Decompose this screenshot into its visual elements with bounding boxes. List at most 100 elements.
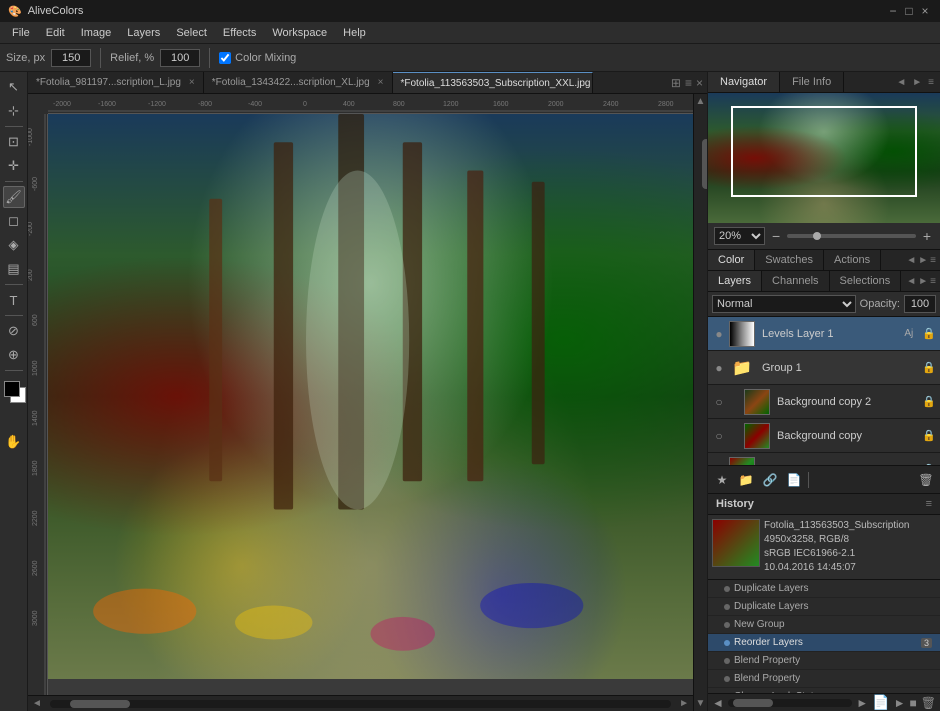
- menu-layers[interactable]: Layers: [119, 25, 168, 41]
- foreground-color[interactable]: [4, 381, 20, 397]
- layers-tool-folder[interactable]: 📁: [736, 470, 756, 490]
- layer-row-bgcopy[interactable]: ○ Background copy 🔒: [708, 419, 940, 453]
- tab-menu-icon[interactable]: ≡: [685, 76, 692, 90]
- color-tab-menu[interactable]: ≡: [930, 255, 936, 266]
- blend-mode-select[interactable]: Normal Multiply Screen Overlay: [712, 295, 856, 313]
- tab-1[interactable]: *Fotolia_981197...scription_L.jpg ×: [28, 72, 204, 93]
- layers-tool-copy[interactable]: 📄: [784, 470, 804, 490]
- layers-tool-star[interactable]: ★: [712, 470, 732, 490]
- hscroll-track[interactable]: [50, 700, 671, 708]
- vscroll-up[interactable]: ▲: [694, 94, 707, 109]
- tab-navigator[interactable]: Navigator: [708, 72, 780, 92]
- close-button[interactable]: ×: [918, 4, 932, 18]
- vertical-scrollbar[interactable]: ▲ ▼: [693, 94, 707, 711]
- layer-lock-bgcopy2[interactable]: 🔒: [922, 395, 936, 408]
- tool-brush[interactable]: 🖌: [3, 186, 25, 208]
- canvas-content[interactable]: [48, 114, 693, 679]
- bottom-btn-new[interactable]: 📄: [872, 694, 889, 711]
- nav-viewport[interactable]: [731, 106, 917, 197]
- tool-zoom[interactable]: ⊕: [3, 344, 25, 366]
- opacity-input[interactable]: [904, 295, 936, 313]
- color-swatches[interactable]: [2, 379, 26, 403]
- window-controls[interactable]: − □ ×: [886, 4, 932, 18]
- bottom-btn-left[interactable]: ◄: [712, 696, 724, 710]
- zoom-plus[interactable]: +: [920, 228, 934, 244]
- layer-lock-levels[interactable]: 🔒: [922, 327, 936, 340]
- hscroll-right[interactable]: ►: [675, 698, 693, 709]
- tool-move[interactable]: ✛: [3, 155, 25, 177]
- menu-edit[interactable]: Edit: [38, 25, 73, 41]
- tool-hand[interactable]: ✋: [3, 431, 25, 453]
- history-item-0[interactable]: Duplicate Layers: [708, 580, 940, 598]
- layers-tab-arrow-left[interactable]: ◄: [906, 276, 916, 287]
- layers-tool-delete[interactable]: 🗑: [916, 470, 936, 490]
- bottom-btn-right[interactable]: ►: [856, 696, 868, 710]
- tab-channels[interactable]: Channels: [762, 271, 829, 291]
- tool-gradient[interactable]: ▤: [3, 258, 25, 280]
- layers-tab-arrow-right[interactable]: ►: [918, 276, 928, 287]
- layer-eye-bgcopy[interactable]: ○: [712, 429, 726, 443]
- layers-tool-link[interactable]: 🔗: [760, 470, 780, 490]
- history-item-1[interactable]: Duplicate Layers: [708, 598, 940, 616]
- minimize-button[interactable]: −: [886, 4, 900, 18]
- color-tab-arrow-right[interactable]: ►: [918, 255, 928, 266]
- layer-row-bg[interactable]: ● Background 🔒: [708, 453, 940, 465]
- tab-2-close[interactable]: ×: [378, 77, 384, 88]
- tab-selections[interactable]: Selections: [830, 271, 902, 291]
- history-item-2[interactable]: New Group: [708, 616, 940, 634]
- tab-close-icon[interactable]: ×: [696, 76, 703, 90]
- hscroll-left[interactable]: ◄: [28, 698, 46, 709]
- relief-input[interactable]: [160, 49, 200, 67]
- history-item-5[interactable]: Blend Property: [708, 670, 940, 688]
- bottom-scrollbar-thumb[interactable]: [733, 699, 773, 707]
- layer-eye-group1[interactable]: ●: [712, 361, 726, 375]
- panel-menu[interactable]: ≡: [926, 75, 936, 90]
- layer-eye-bgcopy2[interactable]: ○: [712, 395, 726, 409]
- tab-grid-icon[interactable]: ⊞: [671, 76, 681, 90]
- tab-file-info[interactable]: File Info: [780, 72, 844, 92]
- bottom-btn-play[interactable]: ►: [894, 696, 906, 710]
- tab-color[interactable]: Color: [708, 250, 755, 270]
- menu-effects[interactable]: Effects: [215, 25, 264, 41]
- tool-fill[interactable]: ◈: [3, 234, 25, 256]
- layer-lock-bgcopy[interactable]: 🔒: [922, 429, 936, 442]
- bottom-btn-stop[interactable]: ■: [910, 696, 917, 710]
- menu-select[interactable]: Select: [168, 25, 215, 41]
- tab-3[interactable]: *Fotolia_113563503_Subscription_XXL.jpg …: [393, 72, 593, 93]
- panel-arrow-left[interactable]: ◄: [894, 75, 908, 90]
- color-mixing-checkbox[interactable]: [219, 52, 231, 64]
- zoom-select[interactable]: 20% 25% 50% 100%: [714, 227, 765, 245]
- layer-row-levels[interactable]: ● Levels Layer 1 Aj 🔒: [708, 317, 940, 351]
- tool-eraser[interactable]: ◻: [3, 210, 25, 232]
- tool-crop[interactable]: ⊡: [3, 131, 25, 153]
- tab-2[interactable]: *Fotolia_1343422...scription_XL.jpg ×: [204, 72, 393, 93]
- zoom-minus[interactable]: −: [769, 228, 783, 244]
- menu-file[interactable]: File: [4, 25, 38, 41]
- vscroll-down[interactable]: ▼: [694, 696, 707, 711]
- tab-layers[interactable]: Layers: [708, 271, 762, 291]
- zoom-thumb[interactable]: [813, 232, 821, 240]
- tab-1-close[interactable]: ×: [189, 77, 195, 88]
- tool-arrow[interactable]: ↖: [3, 76, 25, 98]
- size-input[interactable]: [51, 49, 91, 67]
- panel-arrow-right[interactable]: ►: [910, 75, 924, 90]
- tool-select[interactable]: ⊹: [3, 100, 25, 122]
- zoom-slider[interactable]: [787, 234, 916, 238]
- hscroll-thumb[interactable]: [70, 700, 130, 708]
- tool-eyedropper[interactable]: ⊘: [3, 320, 25, 342]
- layer-row-group1[interactable]: ● 📁 Group 1 🔒: [708, 351, 940, 385]
- bottom-scrollbar-track[interactable]: [728, 699, 852, 707]
- layers-tab-menu[interactable]: ≡: [930, 276, 936, 287]
- menu-workspace[interactable]: Workspace: [264, 25, 335, 41]
- history-item-3[interactable]: Reorder Layers 3: [708, 634, 940, 652]
- history-item-4[interactable]: Blend Property: [708, 652, 940, 670]
- tab-actions[interactable]: Actions: [824, 250, 881, 270]
- menu-image[interactable]: Image: [73, 25, 120, 41]
- menu-help[interactable]: Help: [335, 25, 374, 41]
- vscroll-thumb[interactable]: [702, 139, 708, 189]
- history-menu[interactable]: ≡: [926, 498, 932, 510]
- tool-text[interactable]: T: [3, 289, 25, 311]
- layer-eye-levels[interactable]: ●: [712, 327, 726, 341]
- layer-row-bgcopy2[interactable]: ○ Background copy 2 🔒: [708, 385, 940, 419]
- maximize-button[interactable]: □: [902, 4, 916, 18]
